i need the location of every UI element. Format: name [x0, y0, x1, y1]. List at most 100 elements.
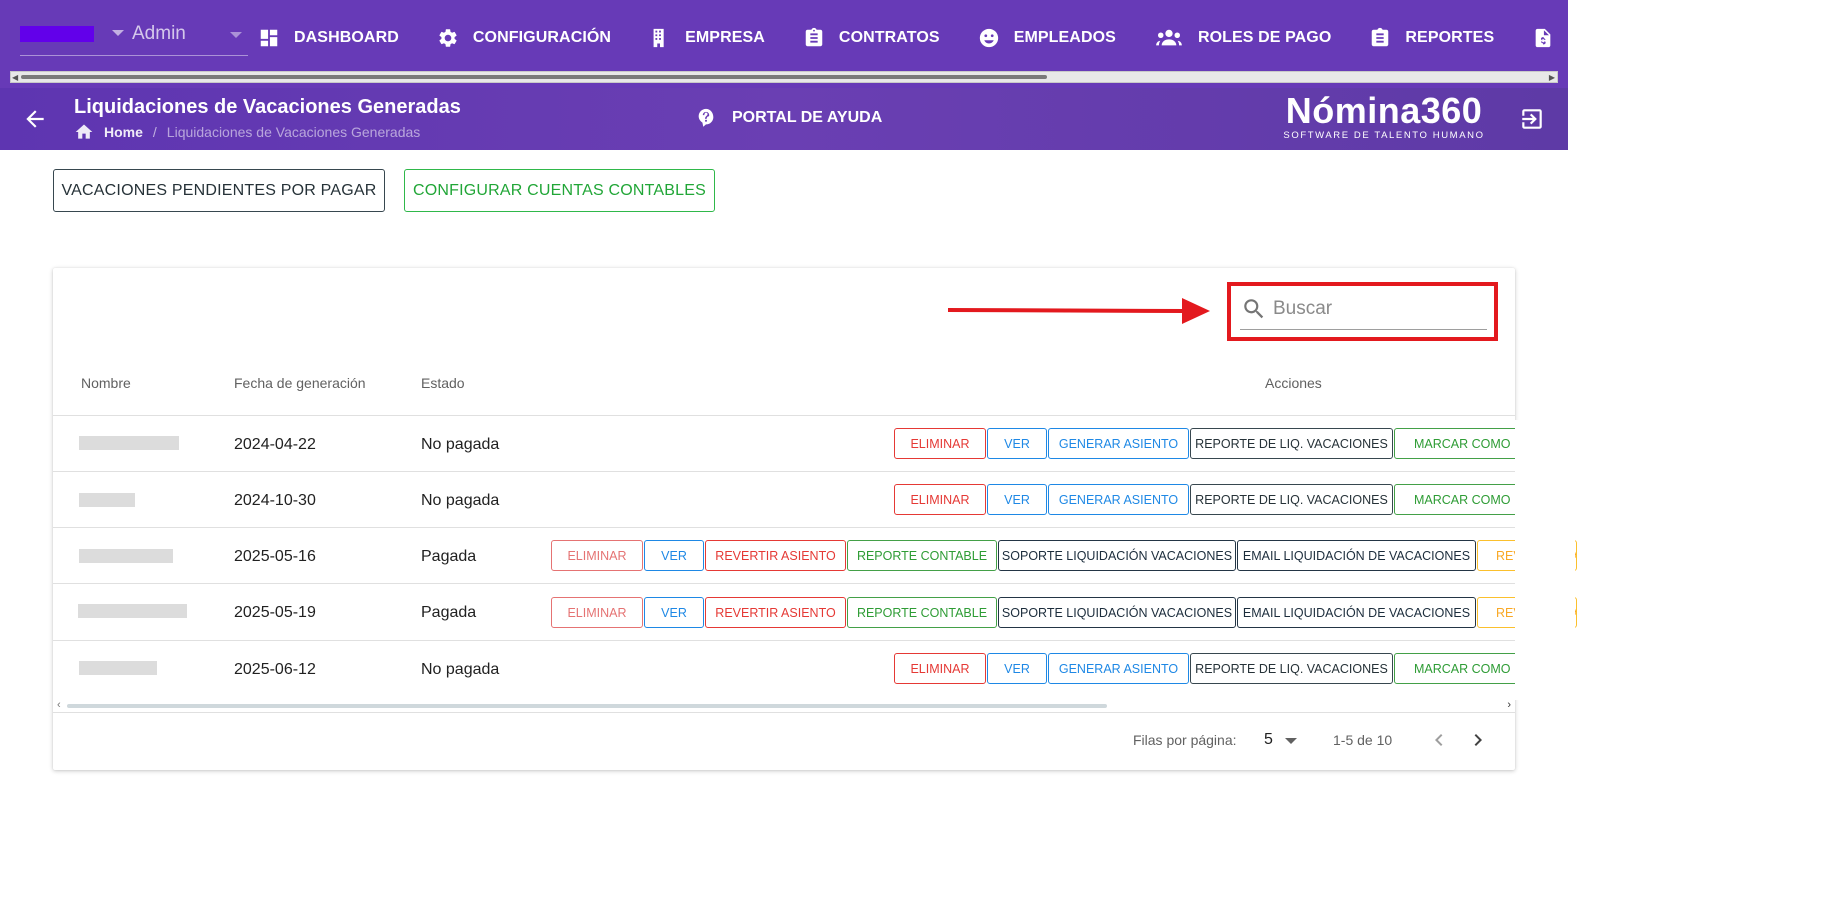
date-cell: 2025-05-16 [234, 548, 316, 565]
nav-contratos[interactable]: CONTRATOS [803, 24, 940, 52]
main-menu: DASHBOARD CONFIGURACIÓN EMPRESA CONTRATO… [258, 24, 1625, 52]
date-cell: 2024-04-22 [234, 436, 316, 453]
status-cell: No pagada [421, 661, 500, 678]
delete-button[interactable]: ELIMINAR [894, 428, 986, 459]
clipboard-icon [805, 27, 823, 47]
help-portal-label: PORTAL DE AYUDA [732, 109, 883, 126]
view-button[interactable]: VER [987, 484, 1047, 515]
generate-entry-button[interactable]: GENERAR ASIENTO [1048, 653, 1189, 684]
pending-vacations-button[interactable]: VACACIONES PENDIENTES POR PAGAR [53, 169, 385, 212]
header-divider [53, 415, 1515, 416]
table-horizontal-scrollbar[interactable]: ‹ › [53, 698, 1515, 713]
scrollbar-thumb[interactable] [21, 75, 1047, 79]
nav-dashboard[interactable]: DASHBOARD [258, 24, 399, 52]
delete-button[interactable]: ELIMINAR [551, 540, 643, 571]
chevron-down-icon[interactable] [230, 32, 242, 38]
liquidation-support-button[interactable]: SOPORTE LIQUIDACIÓN VACACIONES [998, 540, 1236, 571]
vacation-report-button[interactable]: REPORTE DE LIQ. VACACIONES [1190, 484, 1393, 515]
email-liquidation-button[interactable]: EMAIL LIQUIDACIÓN DE VACACIONES [1237, 597, 1476, 628]
search-icon [1241, 296, 1267, 322]
users-icon [1156, 29, 1182, 46]
nav-empleados[interactable]: EMPLEADOS [978, 24, 1116, 52]
nav-reportes-label: REPORTES [1405, 29, 1495, 46]
dashboard-icon [260, 29, 278, 47]
configure-accounts-button[interactable]: CONFIGURAR CUENTAS CONTABLES [404, 169, 715, 212]
nav-roles-de-pago-label: ROLES DE PAGO [1197, 29, 1332, 46]
generate-entry-button[interactable]: GENERAR ASIENTO [1048, 428, 1189, 459]
invoice-dollar-icon [1535, 28, 1551, 48]
status-cell: Pagada [421, 604, 477, 621]
generate-entry-button[interactable]: GENERAR ASIENTO [1048, 484, 1189, 515]
revert-entry-button[interactable]: REVERTIR ASIENTO [705, 597, 846, 628]
accounting-report-button[interactable]: REPORTE CONTABLE [847, 540, 997, 571]
search-input[interactable] [1273, 295, 1483, 323]
revert-entry-button[interactable]: REVERTIR ASIENTO [705, 540, 846, 571]
face-icon [979, 28, 998, 48]
column-header-name[interactable]: Nombre [81, 375, 131, 391]
chevron-down-icon[interactable] [112, 30, 124, 36]
column-header-date[interactable]: Fecha de generación [234, 375, 366, 391]
company-name-redacted [20, 26, 94, 42]
scroll-left-arrow-icon[interactable]: ◀ [12, 74, 18, 82]
email-liquidation-button[interactable]: EMAIL LIQUIDACIÓN DE VACACIONES [1237, 540, 1476, 571]
logout-button[interactable] [1519, 106, 1545, 132]
home-icon[interactable] [74, 122, 94, 142]
table-scrollbar-thumb[interactable] [67, 704, 1107, 708]
nav-horizontal-scrollbar[interactable]: ◀ ▶ [10, 71, 1558, 83]
gear-icon [439, 29, 457, 47]
scroll-right-arrow-icon[interactable]: ▶ [1549, 74, 1555, 82]
view-button[interactable]: VER [987, 653, 1047, 684]
vacation-report-button[interactable]: REPORTE DE LIQ. VACACIONES [1190, 653, 1393, 684]
top-navigation-bar: Admin DASHBOARD CONFIGURACIÓN EMPRESA CO… [0, 0, 1625, 88]
scroll-right-chevron-icon[interactable]: › [1507, 699, 1511, 711]
previous-page-button[interactable] [1427, 728, 1451, 752]
view-button[interactable]: VER [987, 428, 1047, 459]
breadcrumb-current: Liquidaciones de Vacaciones Generadas [166, 124, 421, 140]
delete-button[interactable]: ELIMINAR [894, 484, 986, 515]
breadcrumb-separator: / [152, 124, 157, 140]
building-icon [653, 28, 664, 48]
nav-costo[interactable]: COSTO [1532, 24, 1625, 52]
chevron-left-icon [1435, 734, 1443, 746]
help-portal-link[interactable]: PORTAL DE AYUDA [695, 107, 882, 129]
view-button[interactable]: VER [644, 597, 704, 628]
view-button[interactable]: VER [644, 540, 704, 571]
liquidations-table-card [53, 268, 1515, 770]
row-divider [53, 527, 1515, 528]
row-divider [53, 583, 1515, 584]
status-cell: No pagada [421, 436, 500, 453]
nav-configuracion-label: CONFIGURACIÓN [472, 29, 612, 46]
name-cell-redacted [79, 661, 157, 675]
accounting-report-button[interactable]: REPORTE CONTABLE [847, 597, 997, 628]
delete-button[interactable]: ELIMINAR [551, 597, 643, 628]
status-cell: No pagada [421, 492, 500, 509]
breadcrumb: Home / Liquidaciones de Vacaciones Gener… [74, 123, 420, 141]
logo-wordmark: Nómina360 [1285, 90, 1483, 131]
nav-roles-de-pago[interactable]: ROLES DE PAGO [1154, 24, 1331, 52]
nav-configuracion[interactable]: CONFIGURACIÓN [437, 24, 611, 52]
delete-button[interactable]: ELIMINAR [894, 653, 986, 684]
next-page-button[interactable] [1466, 728, 1490, 752]
page-header: Liquidaciones de Vacaciones Generadas Ho… [0, 88, 1568, 150]
company-selector[interactable]: Admin [20, 22, 248, 56]
nomina360-logo: Nómina360 SOFTWARE DE TALENTO HUMANO [1278, 92, 1490, 146]
report-icon [1372, 27, 1389, 47]
liquidation-support-button[interactable]: SOPORTE LIQUIDACIÓN VACACIONES [998, 597, 1236, 628]
name-cell-redacted [78, 604, 187, 618]
back-button[interactable] [22, 106, 48, 132]
name-cell-redacted [79, 493, 135, 507]
rows-per-page-select[interactable]: 5 [1264, 731, 1273, 749]
annotation-arrow-icon [947, 298, 1210, 324]
vacation-report-button[interactable]: REPORTE DE LIQ. VACACIONES [1190, 428, 1393, 459]
column-header-status[interactable]: Estado [421, 375, 465, 391]
date-cell: 2025-06-12 [234, 661, 316, 678]
name-cell-redacted [79, 436, 179, 450]
caret-down-icon[interactable] [1285, 738, 1297, 744]
pagination-range: 1-5 de 10 [1333, 732, 1393, 748]
nav-reportes[interactable]: REPORTES [1369, 24, 1494, 52]
breadcrumb-home-link[interactable]: Home [104, 124, 143, 140]
status-cell: Pagada [421, 548, 477, 565]
nav-empresa[interactable]: EMPRESA [649, 24, 765, 52]
nav-empleados-label: EMPLEADOS [1013, 29, 1116, 46]
scroll-left-chevron-icon[interactable]: ‹ [57, 699, 61, 711]
